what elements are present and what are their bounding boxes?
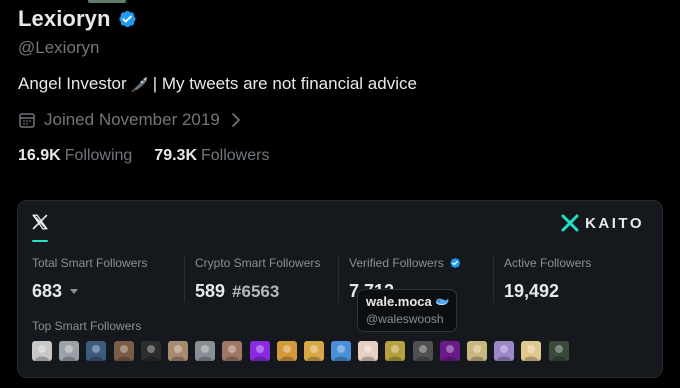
follower-avatar[interactable] [358, 341, 379, 361]
metric-label: Crypto Smart Followers [195, 256, 321, 270]
metric-divider [338, 256, 339, 302]
rocket-emoji-icon [130, 77, 147, 92]
metric-value: 589 [195, 281, 226, 301]
metric-active-followers: Active Followers 19,492 [504, 256, 591, 302]
tooltip-handle: @waleswoosh [366, 312, 444, 326]
follower-avatar[interactable] [195, 341, 216, 361]
follower-avatar[interactable] [494, 341, 515, 361]
total-smart-followers-dropdown[interactable]: 683 [32, 281, 147, 302]
metric-divider [493, 256, 494, 302]
follower-avatar[interactable] [439, 341, 460, 361]
follower-avatar[interactable] [303, 341, 324, 361]
followers-link[interactable]: 79.3K Followers [154, 147, 269, 165]
following-label: Following [64, 147, 133, 164]
follower-avatar[interactable] [548, 341, 569, 361]
tooltip-name-row: wale.moca [366, 294, 456, 309]
follower-avatar[interactable] [113, 341, 134, 361]
tooltip-name: wale.moca [366, 294, 432, 309]
metric-label: Total Smart Followers [32, 256, 148, 270]
follower-avatar[interactable] [59, 341, 80, 361]
follower-avatar[interactable] [385, 341, 406, 361]
follower-avatar[interactable] [140, 341, 161, 361]
kaito-card: KAITO Total Smart Followers 683 Crypto S… [17, 200, 663, 378]
follower-avatar[interactable] [86, 341, 107, 361]
profile-name-row: Lexioryn [18, 6, 137, 32]
verified-badge-icon[interactable] [117, 9, 137, 29]
following-count: 16.9K [18, 147, 61, 164]
metric-value: 683 [32, 281, 63, 301]
follower-avatar[interactable] [167, 341, 188, 361]
follower-avatar[interactable] [222, 341, 243, 361]
metric-label: Active Followers [504, 256, 592, 270]
caret-down-icon [70, 288, 79, 294]
top-smart-followers-label: Top Smart Followers [32, 319, 142, 333]
bio-text-suffix: | My tweets are not financial advice [152, 74, 417, 93]
follower-avatar[interactable] [249, 341, 270, 361]
metric-label-row: Verified Followers [349, 256, 461, 270]
metric-rank: #6563 [232, 281, 280, 301]
tab-indicator [88, 0, 126, 3]
verified-badge-icon [450, 258, 460, 268]
follower-avatar[interactable] [32, 341, 52, 361]
metric-crypto-smart-followers: Crypto Smart Followers 589 #6563 [195, 256, 320, 302]
whale-emoji-icon [435, 298, 449, 305]
kaito-logo-icon [561, 214, 579, 232]
followers-count: 79.3K [154, 147, 197, 164]
follower-avatar[interactable] [521, 341, 542, 361]
x-tab-underline [32, 240, 48, 242]
metric-divider [184, 256, 185, 302]
calendar-icon [19, 113, 35, 128]
follower-avatar[interactable] [276, 341, 297, 361]
kaito-logo: KAITO [561, 214, 644, 232]
metric-total-smart-followers: Total Smart Followers 683 [32, 256, 147, 302]
metric-value: 19,492 [504, 281, 560, 301]
profile-display-name: Lexioryn [18, 6, 111, 31]
bio-text-prefix: Angel Investor [18, 74, 127, 93]
following-link[interactable]: 16.9K Following [18, 147, 132, 165]
profile-bio: Angel Investor | My tweets are not finan… [18, 74, 417, 94]
follower-avatar[interactable] [467, 341, 487, 361]
joined-text: Joined November 2019 [44, 110, 220, 129]
top-smart-followers-avatars [32, 341, 569, 361]
kaito-wordmark: KAITO [585, 214, 644, 232]
metric-value-row: 589 #6563 [195, 281, 320, 302]
metric-label: Verified Followers [349, 256, 444, 270]
chevron-right-icon [231, 113, 240, 127]
follower-tooltip: wale.moca @waleswoosh [357, 289, 457, 332]
follower-avatar[interactable] [412, 341, 433, 361]
follower-avatar[interactable] [331, 341, 352, 361]
joined-date[interactable]: Joined November 2019 [18, 110, 242, 130]
x-logo-icon[interactable] [32, 214, 48, 230]
profile-handle: @Lexioryn [18, 38, 100, 57]
follow-stats: 16.9K Following 79.3K Followers [18, 147, 269, 165]
followers-label: Followers [201, 147, 270, 164]
